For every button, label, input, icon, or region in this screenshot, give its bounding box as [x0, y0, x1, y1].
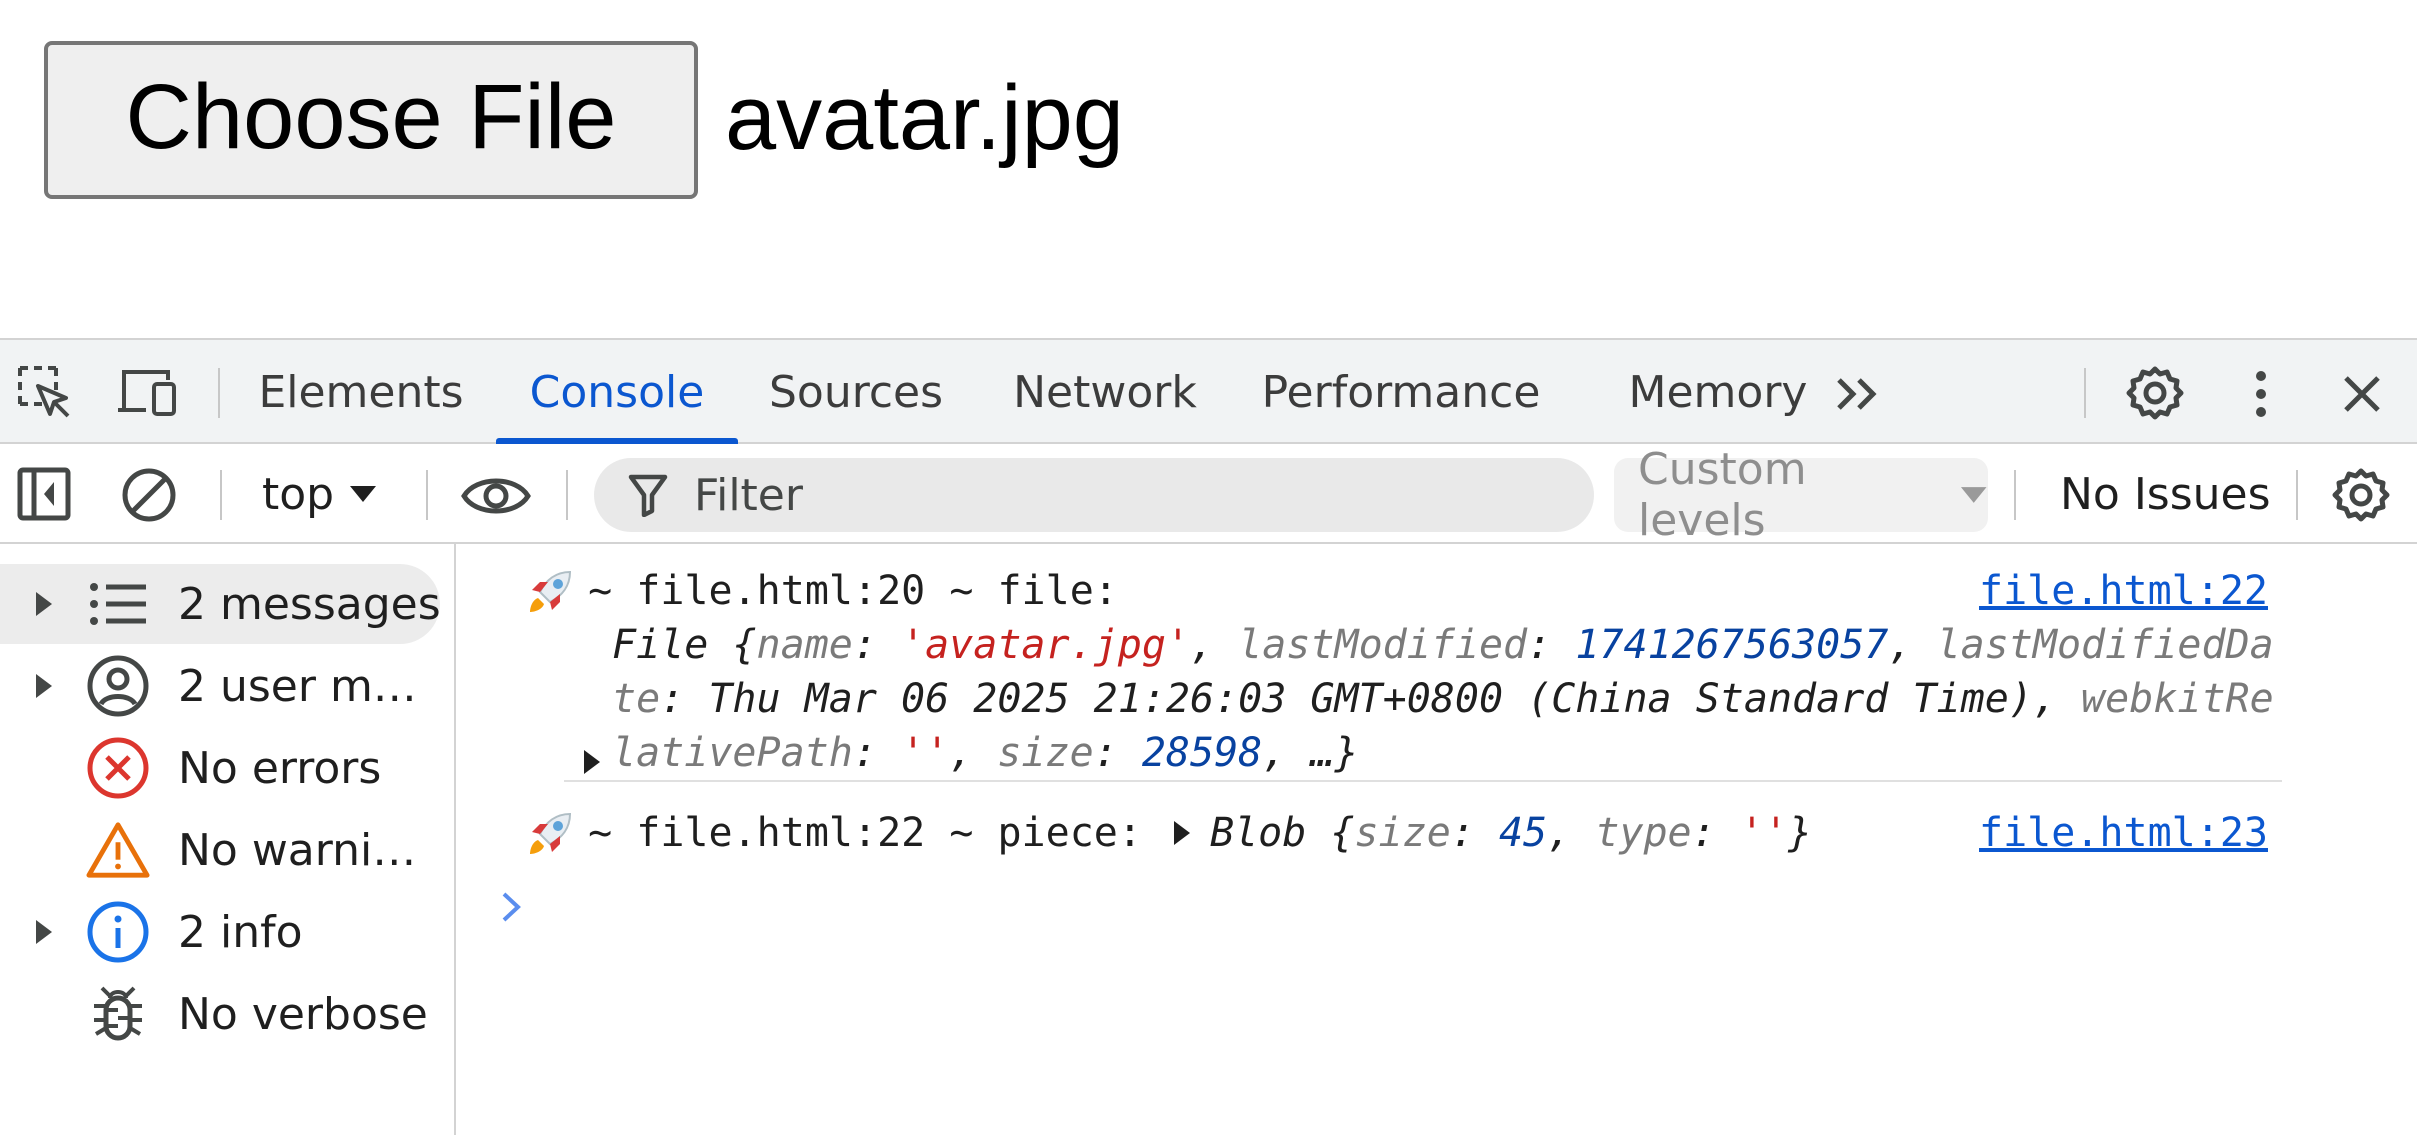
chevron-right-icon — [502, 892, 521, 922]
warning-icon — [86, 818, 150, 882]
source-link[interactable]: file.html:22 — [1979, 564, 2268, 618]
device-toolbar-icon[interactable] — [116, 362, 180, 422]
sidebar-item-label: 2 messages — [178, 578, 441, 630]
chevron-down-icon — [1960, 487, 1987, 503]
console-message: ~ file.html:22 ~ piece: Blob {size: 45, … — [530, 806, 2282, 860]
console-toolbar: top Custom levels No Issues — [0, 444, 2417, 546]
divider — [218, 368, 220, 418]
devtools-panel: Elements Console Sources Network Perform… — [0, 338, 2417, 1135]
tab-elements[interactable]: Elements — [246, 340, 476, 444]
filter-funnel-icon — [628, 474, 668, 517]
list-icon — [86, 572, 150, 636]
divider — [2084, 368, 2086, 418]
tab-sources[interactable]: Sources — [756, 340, 956, 444]
console-prompt[interactable] — [500, 884, 524, 935]
tab-performance[interactable]: Performance — [1256, 340, 1546, 444]
divider — [2296, 470, 2298, 520]
sidebar-item-label: No verbose — [178, 988, 428, 1040]
info-icon — [86, 900, 150, 964]
divider — [426, 470, 428, 520]
sidebar-item-verbose[interactable]: No verbose — [0, 974, 440, 1054]
tab-memory[interactable]: Memory — [1598, 340, 1838, 444]
divider — [2014, 470, 2016, 520]
sidebar-item-messages[interactable]: 2 messages — [0, 564, 441, 644]
console-sidebar: 2 messages 2 user m… No errors No warni…… — [0, 544, 456, 1135]
console-message: ~ file.html:20 ~ file: file.html:22 File… — [530, 564, 2282, 780]
sidebar-item-warnings[interactable]: No warni… — [0, 810, 440, 890]
issues-counter[interactable]: No Issues — [2060, 466, 2271, 522]
log-levels-label: Custom levels — [1638, 444, 1807, 546]
sidebar-item-info[interactable]: 2 info — [0, 892, 440, 972]
sidebar-item-label: No errors — [178, 742, 382, 794]
sidebar-toggle-icon[interactable] — [14, 464, 74, 524]
console-output: ~ file.html:20 ~ file: file.html:22 File… — [458, 544, 2417, 1135]
file-object[interactable]: File {name: 'avatar.jpg', lastModified: … — [564, 618, 2282, 780]
inspect-element-icon[interactable] — [14, 362, 74, 422]
expand-arrow-icon[interactable] — [36, 920, 52, 944]
blob-object[interactable]: Blob {size: 45, type: ''} — [1188, 806, 1812, 860]
context-label: top — [262, 468, 335, 520]
console-message-text: ~ file.html:22 ~ piece: — [564, 810, 1142, 856]
error-icon — [86, 736, 150, 800]
divider — [220, 470, 222, 520]
close-icon[interactable] — [2334, 366, 2390, 422]
clear-console-icon[interactable] — [118, 464, 180, 526]
console-settings-gear-icon[interactable] — [2330, 464, 2392, 526]
filter-box[interactable] — [594, 458, 1594, 532]
settings-gear-icon[interactable] — [2124, 362, 2186, 424]
tab-network[interactable]: Network — [996, 340, 1214, 444]
chevron-down-icon — [350, 486, 377, 502]
expand-arrow-icon[interactable] — [36, 674, 52, 698]
sidebar-item-errors[interactable]: No errors — [0, 728, 440, 808]
user-icon — [86, 654, 150, 718]
context-selector[interactable]: top — [262, 466, 378, 522]
log-levels-dropdown[interactable]: Custom levels — [1614, 444, 1988, 546]
sidebar-item-label: 2 user m… — [178, 660, 417, 712]
message-divider — [564, 780, 2282, 782]
source-link[interactable]: file.html:23 — [1979, 806, 2268, 860]
expand-arrow-icon[interactable] — [36, 592, 52, 616]
devtools-tabbar: Elements Console Sources Network Perform… — [0, 338, 2417, 444]
choose-file-button[interactable]: Choose File — [44, 41, 698, 199]
rocket-icon — [526, 810, 574, 862]
divider — [566, 470, 568, 520]
sidebar-item-label: No warni… — [178, 824, 417, 876]
sidebar-item-user-messages[interactable]: 2 user m… — [0, 646, 440, 726]
rocket-icon — [526, 568, 574, 620]
selected-file-name: avatar.jpg — [725, 67, 1124, 169]
tab-console[interactable]: Console — [496, 340, 738, 444]
more-options-icon[interactable] — [2236, 364, 2286, 424]
bug-icon — [86, 982, 150, 1046]
live-expression-eye-icon[interactable] — [460, 466, 532, 526]
sidebar-item-label: 2 info — [178, 906, 303, 958]
more-tabs-icon[interactable] — [1830, 366, 1888, 422]
expand-arrow-icon[interactable] — [584, 750, 600, 774]
filter-input[interactable] — [692, 468, 1492, 522]
expand-arrow-icon[interactable] — [1142, 806, 1190, 860]
page-content: Choose File avatar.jpg — [0, 0, 2417, 338]
